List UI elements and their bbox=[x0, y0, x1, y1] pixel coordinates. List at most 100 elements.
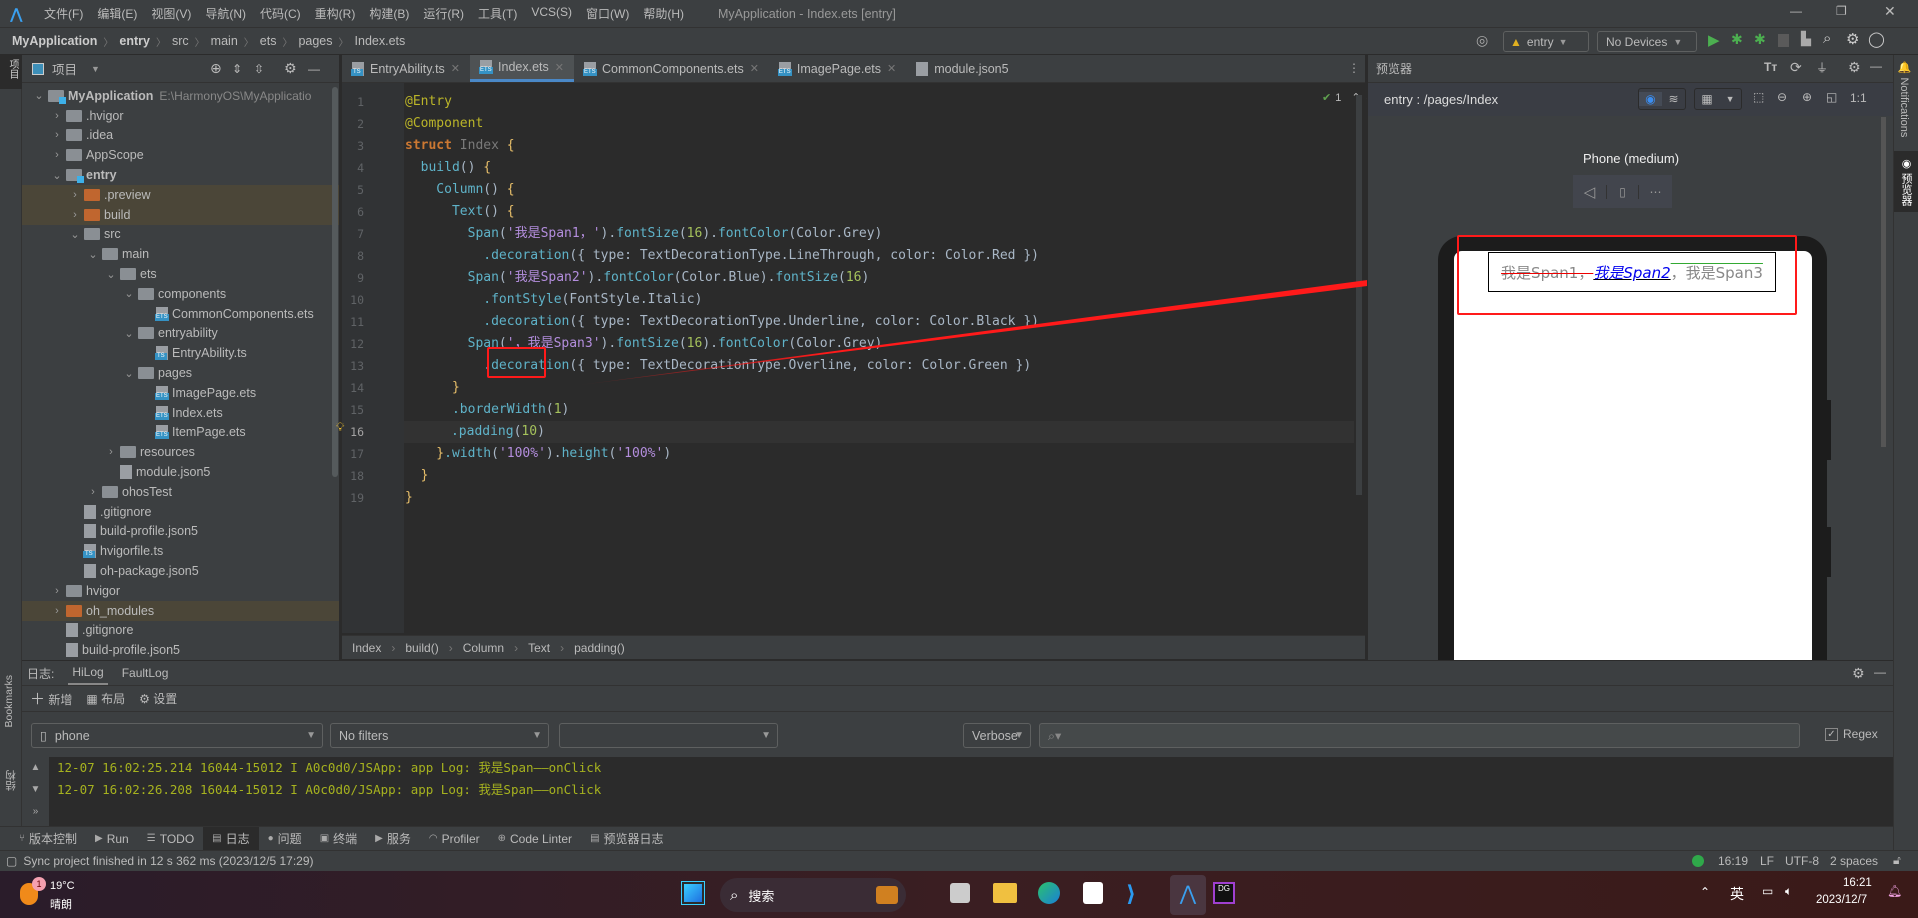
tool-label: Run bbox=[106, 831, 129, 846]
clock-date[interactable]: 2023/12/7 bbox=[1816, 894, 1867, 906]
back-icon[interactable]: ◁ bbox=[1573, 183, 1606, 201]
log-search-input[interactable]: ⌕▾ bbox=[1039, 723, 1800, 748]
tool-label: 版本控制 bbox=[29, 832, 78, 846]
checkbox-checked-icon: ✓ bbox=[1825, 727, 1838, 741]
previewer-panel: 预览器 Tт ⟳ ⏚ ⚙ — entry : /pages/Index ◉ ≋ … bbox=[1367, 55, 1893, 676]
notifications-tool-button[interactable]: 🔔 Notifications bbox=[1894, 55, 1915, 143]
task-view-icon[interactable] bbox=[950, 883, 970, 903]
gear-icon[interactable]: ⚙ bbox=[1852, 665, 1865, 682]
edge-icon[interactable] bbox=[1038, 882, 1060, 904]
layout-button[interactable]: ▦ 布局 bbox=[86, 690, 125, 707]
line-separator[interactable]: LF bbox=[1760, 854, 1774, 868]
tool-window-0[interactable]: ⑂ 版本控制 bbox=[10, 827, 86, 851]
log-line: 12-07 16:02:26.208 16044-15012 I A0c0d0/… bbox=[57, 782, 602, 797]
clock-time[interactable]: 16:21 bbox=[1843, 877, 1872, 889]
tool-icon: ▶ bbox=[375, 833, 383, 844]
lock-icon[interactable]: 🔓︎ bbox=[1893, 853, 1901, 868]
volume-icon[interactable]: 🔈︎ bbox=[1785, 884, 1792, 899]
phone-side-button bbox=[1826, 527, 1831, 577]
tool-icon: ● bbox=[267, 833, 274, 844]
start-button[interactable] bbox=[681, 881, 705, 905]
deveco-icon[interactable]: ⋀ bbox=[1170, 875, 1206, 915]
previewer-tool-button[interactable]: ◉ 预览器 bbox=[1894, 151, 1918, 213]
settings-button[interactable]: ⚙ 设置 bbox=[139, 690, 177, 707]
tool-window-8[interactable]: ⊕ Code Linter bbox=[489, 827, 581, 851]
tool-window-3[interactable]: ▤ 日志 bbox=[203, 826, 259, 851]
device-layout-select[interactable]: ▦ ▼ bbox=[1694, 88, 1742, 110]
zoom-out-icon[interactable]: ⊖ bbox=[1777, 90, 1787, 104]
vscode-icon[interactable]: ⟩ bbox=[1126, 881, 1136, 907]
log-level-select[interactable]: Verbose ▼ bbox=[963, 723, 1031, 748]
zoom-in-icon[interactable]: ⊕ bbox=[1802, 90, 1812, 104]
tool-icon: ▶ bbox=[95, 833, 103, 844]
hide-panel-icon[interactable]: — bbox=[1870, 59, 1882, 73]
indent-setting[interactable]: 2 spaces bbox=[1830, 854, 1878, 868]
tool-icon: ⑂ bbox=[19, 833, 25, 844]
caret-position[interactable]: 16:19 bbox=[1718, 854, 1748, 868]
taskbar-search[interactable]: ⌕ 搜索 bbox=[720, 878, 906, 912]
scroll-down-icon[interactable]: ▼ bbox=[22, 779, 49, 801]
rotate-icon[interactable]: ▯ bbox=[1606, 184, 1639, 199]
notifications-label: Notifications bbox=[1898, 77, 1910, 138]
log-output[interactable]: 12-07 16:02:25.214 16044-15012 I A0c0d0/… bbox=[49, 757, 1893, 827]
more-icon[interactable]: » bbox=[22, 801, 49, 823]
status-toggle-icon[interactable]: ▢ bbox=[6, 854, 17, 868]
scroll-up-icon[interactable]: ▲ bbox=[22, 757, 49, 779]
more-icon[interactable]: ⋯ bbox=[1639, 185, 1672, 199]
tool-label: 预览器日志 bbox=[603, 832, 664, 846]
tool-window-5[interactable]: ▣ 终端 bbox=[311, 827, 366, 851]
weather-temp: 19°C bbox=[50, 880, 75, 892]
preview-scrollbar[interactable] bbox=[1881, 117, 1886, 447]
file-encoding[interactable]: UTF-8 bbox=[1785, 854, 1819, 868]
tool-icon: ◠ bbox=[428, 833, 438, 844]
previewer-toolbar: entry : /pages/Index ◉ ≋ ▦ ▼ ⬚ ⊖ ⊕ ◱ 1:1 bbox=[1368, 83, 1893, 116]
add-button[interactable]: ＋ 新增 bbox=[30, 688, 72, 709]
hide-panel-icon[interactable]: — bbox=[1874, 665, 1886, 679]
tool-icon: ⊕ bbox=[497, 833, 507, 844]
datagrip-icon[interactable]: DG bbox=[1213, 882, 1235, 904]
tool-window-4[interactable]: ● 问题 bbox=[259, 827, 311, 851]
zoom-level[interactable]: 1:1 bbox=[1850, 91, 1867, 105]
filter-select[interactable]: No filters ▼ bbox=[330, 723, 549, 748]
font-size-icon[interactable]: Tт bbox=[1764, 60, 1777, 74]
tool-window-7[interactable]: ◠ Profiler bbox=[420, 827, 489, 851]
grid-icon: ▦ bbox=[86, 692, 98, 706]
status-message[interactable]: Sync project finished in 12 s 362 ms (20… bbox=[23, 854, 313, 868]
log-tabs: 日志: HiLog FaultLog ⚙ — bbox=[22, 661, 1893, 686]
tray-chevron-icon[interactable]: ⌃ bbox=[1700, 885, 1710, 899]
tab-faultlog[interactable]: FaultLog bbox=[122, 666, 169, 680]
device-filter-select[interactable]: ▯ phone ▼ bbox=[31, 723, 323, 748]
tab-hilog[interactable]: HiLog bbox=[68, 661, 108, 685]
weather-widget[interactable]: 1 19°C 晴朗 bbox=[20, 877, 100, 913]
previewer-title: 预览器 bbox=[1376, 62, 1413, 76]
tool-icon: ☰ bbox=[146, 833, 156, 844]
fit-icon[interactable]: ⬚ bbox=[1753, 90, 1764, 104]
network-icon[interactable]: ▭ bbox=[1762, 884, 1773, 898]
actual-size-icon[interactable]: ◱ bbox=[1826, 90, 1837, 104]
refresh-icon[interactable]: ⟳ bbox=[1790, 59, 1802, 76]
tool-window-2[interactable]: ☰ TODO bbox=[138, 827, 203, 851]
store-icon[interactable] bbox=[1083, 882, 1103, 904]
log-line: 12-07 16:02:25.214 16044-15012 I A0c0d0/… bbox=[57, 760, 602, 775]
notification-bell-icon[interactable]: 🔔︎ bbox=[1887, 884, 1902, 898]
plus-icon: ＋ bbox=[30, 691, 46, 708]
inspector-icon[interactable]: ◉ bbox=[1639, 92, 1662, 106]
file-explorer-icon[interactable] bbox=[993, 883, 1017, 903]
status-indicator-icon bbox=[1692, 855, 1704, 867]
chevron-down-icon: ▼ bbox=[1725, 94, 1735, 104]
highlight-box-preview bbox=[1457, 235, 1797, 315]
plugin-icon[interactable]: ⏚ bbox=[1816, 59, 1828, 76]
regex-checkbox[interactable]: ✓ Regex bbox=[1825, 727, 1878, 741]
log-toolbar: ＋ 新增 ▦ 布局 ⚙ 设置 bbox=[22, 686, 1893, 712]
bottom-tool-bar: ⑂ 版本控制 ▶ Run ☰ TODO ▤ 日志 ● 问题 ▣ 终端 ▶ 服务 ◠ Profiler ⊕ Code… bbox=[0, 826, 1893, 851]
tool-window-6[interactable]: ▶ 服务 bbox=[366, 827, 420, 851]
ime-indicator[interactable]: 英 bbox=[1730, 884, 1744, 904]
tool-window-9[interactable]: ▤ 预览器日志 bbox=[581, 827, 672, 851]
layers-icon[interactable]: ≋ bbox=[1662, 92, 1685, 106]
phone-side-button bbox=[1826, 400, 1831, 460]
gear-icon[interactable]: ⚙ bbox=[1848, 59, 1861, 76]
process-select[interactable]: ▼ bbox=[559, 723, 778, 748]
tool-window-1[interactable]: ▶ Run bbox=[86, 827, 138, 851]
route-label: entry : /pages/Index bbox=[1384, 92, 1499, 107]
device-controls: ◁ ▯ ⋯ bbox=[1573, 175, 1672, 208]
